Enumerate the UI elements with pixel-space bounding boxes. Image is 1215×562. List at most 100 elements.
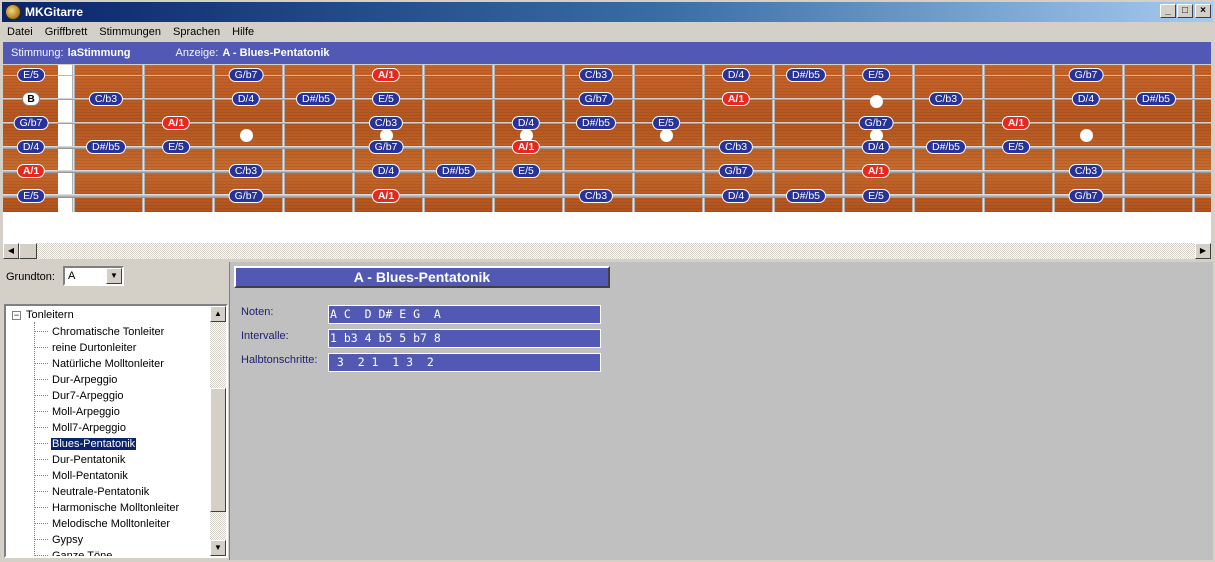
fret-note-marker[interactable]: C/b3	[928, 92, 964, 106]
tree-item[interactable]: Neutrale-Pentatonik	[34, 484, 150, 499]
fret-note-marker[interactable]: C/b3	[1068, 164, 1104, 178]
tree-item[interactable]: Natürliche Molltonleiter	[34, 356, 165, 371]
grundton-select[interactable]: A ▼	[63, 266, 124, 286]
fret-wire	[1052, 65, 1055, 212]
collapse-icon[interactable]: −	[12, 310, 21, 320]
fret-note-marker[interactable]: D/4	[371, 164, 401, 178]
fret-note-marker[interactable]: G/b7	[1068, 189, 1104, 203]
tree-item[interactable]: Moll-Arpeggio	[34, 404, 121, 419]
tree-connector	[34, 443, 48, 444]
fretboard[interactable]: E/5 G/b7 A/1 C/b3 D/4 D#/b5 E/5 G/b7 C/b3 D/4 D#/b…	[3, 65, 1211, 212]
fret-note-marker[interactable]: E/5	[652, 116, 680, 130]
fret-note-marker[interactable]: C/b3	[578, 189, 614, 203]
fret-note-marker[interactable]: D/4	[231, 92, 261, 106]
scroll-right-button[interactable]: ▶	[1195, 243, 1211, 259]
fret-note-marker[interactable]: D/4	[511, 116, 541, 130]
tree-connector	[34, 507, 48, 508]
tree-item[interactable]: Blues-Pentatonik	[34, 436, 138, 451]
scroll-up-button[interactable]: ▲	[210, 306, 226, 322]
fret-note-marker[interactable]: E/5	[162, 140, 190, 154]
menu-datei[interactable]: Datei	[2, 26, 39, 38]
fret-note-marker[interactable]: A/1	[16, 164, 46, 178]
fret-note-marker[interactable]: D/4	[861, 140, 891, 154]
fret-note-marker[interactable]: G/b7	[228, 68, 264, 82]
tree-item[interactable]: Gypsy	[34, 532, 84, 547]
fret-note-marker[interactable]: E/5	[1002, 140, 1030, 154]
scroll-left-button[interactable]: ◀	[3, 243, 19, 259]
fret-note-marker[interactable]: A/1	[511, 140, 541, 154]
fret-note-marker[interactable]: D/4	[721, 189, 751, 203]
fret-note-marker[interactable]: A/1	[1001, 116, 1031, 130]
tree-item-label: Chromatische Tonleiter	[52, 325, 165, 338]
tree-vertical-scrollbar[interactable]: ▲ ▼	[210, 306, 226, 556]
fret-note-marker[interactable]: D#/b5	[85, 140, 127, 154]
app-window: MKGitarre _ □ × Datei Griffbrett Stimmun…	[0, 0, 1215, 562]
scroll-thumb[interactable]	[19, 243, 37, 259]
fret-note-marker[interactable]: A/1	[371, 189, 401, 203]
tree-item[interactable]: Moll7-Arpeggio	[34, 420, 127, 435]
tree-item[interactable]: Chromatische Tonleiter	[34, 324, 165, 339]
menu-sprachen[interactable]: Sprachen	[167, 26, 226, 38]
tree-item[interactable]: Ganze Töne	[34, 548, 113, 556]
menu-hilfe[interactable]: Hilfe	[226, 26, 260, 38]
open-string-b-marker[interactable]: B	[22, 92, 40, 106]
minimize-button[interactable]: _	[1160, 4, 1176, 18]
scale-tree[interactable]: − Tonleitern Chromatische Tonleiter reine…	[4, 304, 228, 558]
tree-root-label: Tonleitern	[26, 309, 74, 321]
scroll-down-button[interactable]: ▼	[210, 540, 226, 556]
tree-item[interactable]: reine Durtonleiter	[34, 340, 137, 355]
fret-note-marker[interactable]: C/b3	[228, 164, 264, 178]
maximize-button[interactable]: □	[1177, 4, 1193, 18]
fret-note-marker[interactable]: G/b7	[718, 164, 754, 178]
fret-note-marker[interactable]: D/4	[1071, 92, 1101, 106]
menu-griffbrett[interactable]: Griffbrett	[39, 26, 94, 38]
fret-note-marker[interactable]: G/b7	[368, 140, 404, 154]
tree-item[interactable]: Dur-Pentatonik	[34, 452, 126, 467]
fret-note-marker[interactable]: C/b3	[578, 68, 614, 82]
fret-note-marker[interactable]: D#/b5	[925, 140, 967, 154]
fret-note-marker[interactable]: E/5	[17, 68, 45, 82]
fret-note-marker[interactable]: G/b7	[1068, 68, 1104, 82]
fret-note-marker[interactable]: E/5	[862, 189, 890, 203]
fret-note-marker[interactable]: D#/b5	[435, 164, 477, 178]
fret-note-marker[interactable]: A/1	[161, 116, 191, 130]
intervalle-label: Intervalle:	[241, 330, 289, 342]
fret-note-marker[interactable]: E/5	[862, 68, 890, 82]
fret-note-marker[interactable]: C/b3	[718, 140, 754, 154]
tree-connector	[34, 331, 48, 332]
menu-stimmungen[interactable]: Stimmungen	[93, 26, 167, 38]
fret-note-marker[interactable]: A/1	[861, 164, 891, 178]
app-icon[interactable]	[5, 4, 21, 20]
fret-note-marker[interactable]: D#/b5	[575, 116, 617, 130]
fret-note-marker[interactable]: D#/b5	[785, 189, 827, 203]
tree-item[interactable]: Moll-Pentatonik	[34, 468, 129, 483]
tree-item[interactable]: Melodische Molltonleiter	[34, 516, 171, 531]
fret-note-marker[interactable]: D/4	[721, 68, 751, 82]
fret-note-marker[interactable]: D/4	[16, 140, 46, 154]
close-button[interactable]: ×	[1195, 4, 1211, 18]
fret-note-marker[interactable]: G/b7	[228, 189, 264, 203]
tree-scroll-thumb[interactable]	[210, 388, 226, 512]
chevron-down-icon[interactable]: ▼	[106, 268, 122, 284]
tree-item[interactable]: Harmonische Molltonleiter	[34, 500, 180, 515]
fret-note-marker[interactable]: C/b3	[88, 92, 124, 106]
tree-item-label: reine Durtonleiter	[52, 341, 137, 354]
tree-item[interactable]: Dur7-Arpeggio	[34, 388, 125, 403]
fret-note-marker[interactable]: E/5	[372, 92, 400, 106]
fret-note-marker[interactable]: A/1	[721, 92, 751, 106]
horizontal-scrollbar[interactable]: ◀ ▶	[3, 243, 1211, 259]
fret-note-marker[interactable]: G/b7	[13, 116, 49, 130]
fret-note-marker[interactable]: G/b7	[858, 116, 894, 130]
tree-item[interactable]: Dur-Arpeggio	[34, 372, 118, 387]
fret-note-marker[interactable]: D#/b5	[1135, 92, 1177, 106]
fret-note-marker[interactable]: E/5	[17, 189, 45, 203]
fret-note-marker[interactable]: E/5	[512, 164, 540, 178]
fret-note-marker[interactable]: A/1	[371, 68, 401, 82]
anzeige-value: A - Blues-Pentatonik	[222, 47, 330, 59]
tree-connector	[34, 523, 48, 524]
tree-root-tonleitern[interactable]: − Tonleitern	[12, 309, 74, 321]
fret-note-marker[interactable]: C/b3	[368, 116, 404, 130]
fret-note-marker[interactable]: G/b7	[578, 92, 614, 106]
fret-note-marker[interactable]: D#/b5	[785, 68, 827, 82]
fret-note-marker[interactable]: D#/b5	[295, 92, 337, 106]
